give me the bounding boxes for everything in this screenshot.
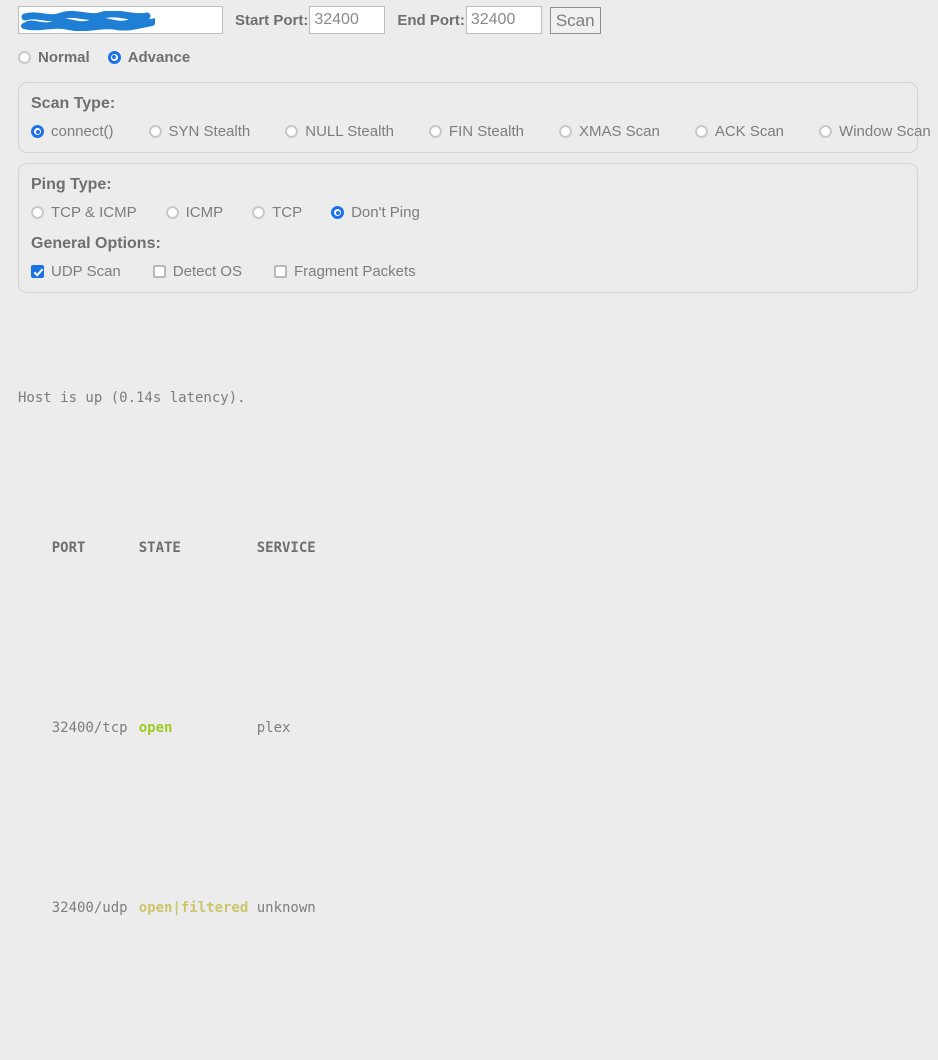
results-spacer	[18, 1043, 938, 1057]
scan-type-option-ack-scan[interactable]: ACK Scan	[694, 123, 785, 140]
scan-type-option-xmas-scan[interactable]: XMAS Scan	[558, 123, 660, 140]
radio-icon[interactable]	[165, 206, 179, 219]
end-port-label: End Port:	[397, 11, 465, 29]
scan-type-option-syn-stealth[interactable]: SYN Stealth	[148, 123, 251, 140]
radio-icon[interactable]	[18, 50, 31, 64]
scan-type-option-label: SYN Stealth	[168, 123, 251, 140]
scan-type-option-connect[interactable]: connect()	[31, 123, 114, 140]
ping-type-title: Ping Type:	[31, 176, 112, 193]
radio-icon-checked[interactable]	[107, 50, 121, 64]
ping-type-option-icmp[interactable]: ICMP	[165, 204, 224, 221]
general-option-label: UDP Scan	[51, 263, 121, 280]
radio-icon[interactable]	[819, 125, 833, 138]
radio-icon[interactable]	[558, 125, 572, 138]
radio-icon-checked[interactable]	[331, 206, 345, 219]
ping-type-radio-group: TCP & ICMP ICMP TCP Don't Ping	[31, 204, 905, 221]
results-header-row: PORT STATE SERVICE	[18, 503, 938, 593]
scan-type-option-label: connect()	[51, 123, 114, 140]
scan-type-option-label: NULL Stealth	[305, 123, 394, 140]
scan-button[interactable]: Scan	[549, 6, 601, 34]
host-input-wrapper	[18, 6, 223, 34]
scan-type-title: Scan Type:	[31, 95, 116, 112]
column-header-port: PORT	[51, 540, 86, 556]
checkbox-icon[interactable]	[273, 265, 287, 278]
general-options-checkbox-group: UDP Scan Detect OS Fragment Packets	[31, 263, 905, 280]
column-header-service: SERVICE	[256, 540, 316, 556]
scan-results: Host is up (0.14s latency). PORT STATE SER…	[18, 323, 938, 1060]
general-option-fragment-packets[interactable]: Fragment Packets	[273, 263, 416, 280]
general-options-title: General Options:	[31, 235, 161, 252]
ping-type-option-dont-ping[interactable]: Don't Ping	[331, 204, 420, 221]
host-status-line: Host is up (0.14s latency).	[18, 390, 246, 406]
row-port: 32400/tcp	[51, 720, 128, 736]
scan-type-option-fin-stealth[interactable]: FIN Stealth	[428, 123, 524, 140]
scan-type-panel: Scan Type: connect() SYN Stealth NULL St…	[18, 82, 931, 153]
mode-radio-group: Normal Advance	[0, 34, 938, 70]
radio-icon[interactable]	[31, 206, 44, 219]
scan-type-radio-group: connect() SYN Stealth NULL Stealth FIN S…	[31, 123, 931, 140]
ping-type-option-label: ICMP	[185, 204, 224, 221]
radio-icon[interactable]	[694, 125, 708, 138]
mode-option-advance[interactable]: Advance	[107, 48, 191, 66]
radio-icon-checked[interactable]	[31, 125, 44, 138]
general-option-label: Fragment Packets	[293, 263, 416, 280]
radio-icon[interactable]	[285, 125, 299, 138]
scan-type-option-label: XMAS Scan	[578, 123, 660, 140]
ping-type-option-label: TCP & ICMP	[51, 204, 137, 221]
scan-type-option-null-stealth[interactable]: NULL Stealth	[285, 123, 394, 140]
start-port-label: Start Port:	[235, 11, 309, 29]
row-service: unknown	[256, 900, 316, 916]
radio-icon[interactable]	[148, 125, 162, 138]
row-service: plex	[256, 720, 291, 736]
radio-icon[interactable]	[252, 206, 266, 219]
start-port-input[interactable]	[309, 6, 386, 34]
mode-option-label: Advance	[127, 48, 191, 66]
ping-type-option-label: Don't Ping	[351, 204, 420, 221]
ping-type-panel: Ping Type: TCP & ICMP ICMP TCP Don't Pin…	[18, 163, 918, 293]
checkbox-icon-checked[interactable]	[31, 265, 44, 278]
scan-toolbar: Start Port: End Port: Scan	[0, 0, 938, 34]
host-input[interactable]	[18, 6, 223, 34]
row-state: open|filtered	[138, 900, 249, 916]
scan-type-option-label: ACK Scan	[714, 123, 785, 140]
ping-type-option-label: TCP	[272, 204, 303, 221]
row-port: 32400/udp	[51, 900, 128, 916]
mode-option-label: Normal	[38, 48, 90, 66]
ping-type-option-tcp-icmp[interactable]: TCP & ICMP	[31, 204, 137, 221]
scan-type-option-label: FIN Stealth	[448, 123, 524, 140]
ping-type-option-tcp[interactable]: TCP	[252, 204, 302, 221]
end-port-input[interactable]	[465, 6, 542, 34]
column-header-state: STATE	[138, 540, 181, 556]
checkbox-icon[interactable]	[152, 265, 166, 278]
table-row: 32400/udp open|filtered unknown	[18, 863, 938, 953]
scan-type-option-window-scan[interactable]: Window Scan	[819, 123, 931, 140]
table-row: 32400/tcp open plex	[18, 683, 938, 773]
scan-type-option-label: Window Scan	[839, 123, 931, 140]
mode-option-normal[interactable]: Normal	[18, 49, 90, 66]
general-option-udp-scan[interactable]: UDP Scan	[31, 263, 121, 280]
row-state: open	[138, 720, 173, 736]
general-option-label: Detect OS	[172, 263, 242, 280]
radio-icon[interactable]	[428, 125, 442, 138]
general-option-detect-os[interactable]: Detect OS	[152, 263, 242, 280]
